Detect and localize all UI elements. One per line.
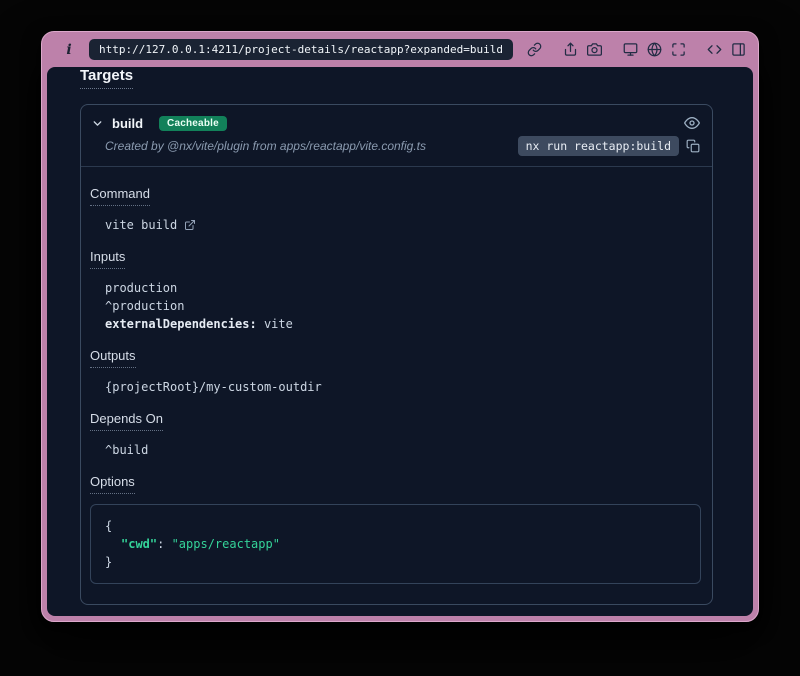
output-item: {projectRoot}/my-custom-outdir bbox=[90, 378, 702, 396]
depends-on-item: ^build bbox=[90, 441, 702, 459]
options-json-block: { "cwd": "apps/reactapp" } bbox=[90, 504, 701, 584]
run-command-chip: nx run reactapp:build bbox=[518, 136, 679, 156]
browser-window: i http://127.0.0.1:4211/project-details/… bbox=[41, 31, 759, 622]
input-item-external-deps: externalDependencies: vite bbox=[90, 315, 702, 333]
external-link-icon[interactable] bbox=[184, 219, 196, 231]
browser-toolbar: i http://127.0.0.1:4211/project-details/… bbox=[42, 32, 758, 67]
toolbar-actions bbox=[563, 42, 746, 57]
outputs-heading: Outputs bbox=[90, 348, 136, 368]
json-key: "cwd" bbox=[121, 537, 157, 551]
url-bar[interactable]: http://127.0.0.1:4211/project-details/re… bbox=[89, 39, 513, 60]
created-by-text: Created by @nx/vite/plugin from apps/rea… bbox=[105, 139, 426, 153]
outputs-section: Outputs {projectRoot}/my-custom-outdir bbox=[90, 347, 702, 396]
inputs-heading: Inputs bbox=[90, 249, 125, 269]
sidebar-icon[interactable] bbox=[731, 42, 746, 57]
json-open-brace: { bbox=[105, 517, 686, 535]
json-value: "apps/reactapp" bbox=[172, 537, 280, 551]
command-value: vite build bbox=[105, 216, 177, 234]
link-icon[interactable] bbox=[527, 42, 542, 57]
fullscreen-icon[interactable] bbox=[671, 42, 686, 57]
target-card-build: build Cacheable Created by @nx/vite/plug… bbox=[80, 104, 713, 605]
depends-on-section: Depends On ^build bbox=[90, 410, 702, 459]
json-line-cwd: "cwd": "apps/reactapp" bbox=[105, 535, 686, 553]
page-content: Targets build Cacheable Created by @nx/v… bbox=[47, 67, 753, 616]
chevron-down-icon[interactable] bbox=[91, 117, 104, 130]
monitor-icon[interactable] bbox=[623, 42, 638, 57]
page-title: Targets bbox=[80, 67, 133, 89]
copy-icon[interactable] bbox=[686, 139, 700, 153]
code-icon[interactable] bbox=[707, 42, 722, 57]
target-name-build: build bbox=[112, 116, 143, 131]
page-info-icon[interactable]: i bbox=[62, 42, 76, 58]
input-item: production bbox=[90, 279, 702, 297]
camera-icon[interactable] bbox=[587, 42, 602, 57]
share-icon[interactable] bbox=[563, 42, 578, 57]
command-section: Command vite build bbox=[90, 185, 702, 234]
input-item: ^production bbox=[90, 297, 702, 315]
depends-on-heading: Depends On bbox=[90, 411, 163, 431]
options-section: Options { "cwd": "apps/reactapp" } bbox=[90, 473, 702, 584]
cacheable-badge: Cacheable bbox=[159, 116, 227, 131]
eye-icon[interactable] bbox=[684, 115, 700, 131]
command-heading: Command bbox=[90, 186, 150, 206]
json-close-brace: } bbox=[105, 553, 686, 571]
options-heading: Options bbox=[90, 474, 135, 494]
globe-icon[interactable] bbox=[647, 42, 662, 57]
build-card-header[interactable]: build Cacheable bbox=[81, 105, 712, 133]
inputs-section: Inputs production ^production externalDe… bbox=[90, 248, 702, 333]
